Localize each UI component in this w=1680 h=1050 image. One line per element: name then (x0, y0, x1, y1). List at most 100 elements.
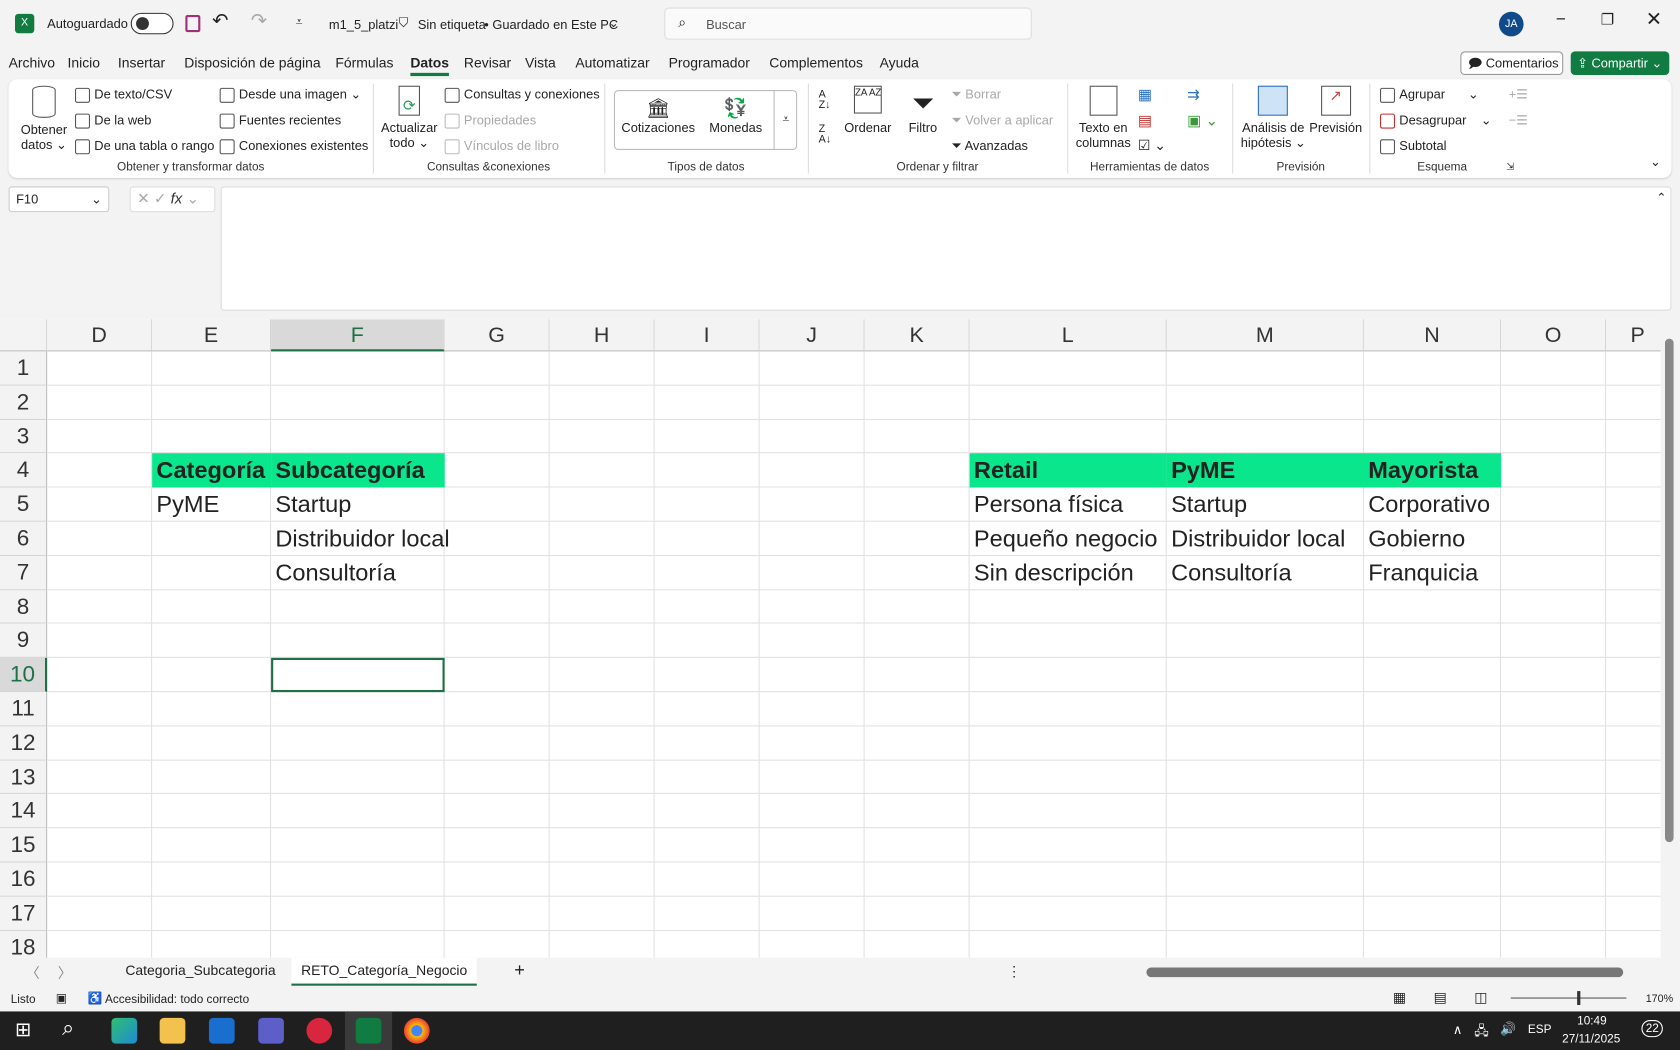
cell-O4[interactable] (1501, 453, 1607, 488)
cell-N14[interactable] (1363, 794, 1502, 829)
cell-J3[interactable] (759, 419, 865, 454)
cell-L3[interactable] (969, 419, 1167, 454)
column-header-D[interactable]: D (47, 319, 153, 352)
remove-duplicates-icon[interactable]: ▤ (1138, 111, 1152, 129)
tab-complementos[interactable]: Complementos (769, 55, 863, 71)
existing-connections-button[interactable]: Conexiones existentes (219, 138, 368, 155)
cell-M3[interactable] (1166, 419, 1364, 454)
what-if-analysis-button[interactable]: Análisis de hipótesis ⌄ (1241, 85, 1306, 150)
cell-N16[interactable] (1363, 862, 1502, 897)
cell-K15[interactable] (864, 828, 970, 863)
cell-N7[interactable]: Franquicia (1363, 555, 1502, 590)
zoom-slider[interactable] (1510, 991, 1627, 1006)
cell-F12[interactable] (271, 726, 445, 761)
cell-L15[interactable] (969, 828, 1167, 863)
tab-revisar[interactable]: Revisar (464, 55, 511, 71)
cell-F16[interactable] (271, 862, 445, 897)
cell-F15[interactable] (271, 828, 445, 863)
cell-F2[interactable] (271, 385, 445, 420)
cell-O13[interactable] (1501, 760, 1607, 795)
cell-K9[interactable] (864, 623, 970, 659)
sheet-tab[interactable]: RETO_Categoría_Negocio (291, 957, 477, 987)
cell-O8[interactable] (1501, 589, 1607, 624)
cell-J18[interactable] (760, 930, 865, 958)
cell-H11[interactable] (549, 692, 655, 727)
tab-disposición-de-página[interactable]: Disposición de página (184, 55, 320, 71)
row-header-18[interactable]: 18 (0, 930, 48, 958)
redo-icon[interactable]: ↷ (251, 10, 267, 33)
cell-N2[interactable] (1363, 385, 1502, 420)
cell-D1[interactable] (47, 351, 153, 386)
cell-H14[interactable] (549, 794, 655, 829)
teams-icon[interactable] (258, 1017, 284, 1044)
cell-F11[interactable] (271, 692, 445, 727)
cell-O10[interactable] (1501, 658, 1607, 693)
cell-E6[interactable] (152, 521, 272, 556)
language-indicator[interactable]: ESP (1528, 1023, 1552, 1036)
sheet-tab[interactable]: Categoria_Subcategoria (116, 962, 286, 978)
cell-J12[interactable] (759, 726, 865, 761)
column-header-N[interactable]: N (1363, 319, 1502, 352)
cell-K4[interactable] (864, 453, 970, 488)
cell-E4[interactable]: Categoría (152, 453, 272, 488)
cell-G12[interactable] (444, 726, 550, 761)
cell-D4[interactable] (47, 453, 153, 488)
cell-L1[interactable] (969, 351, 1167, 386)
cell-P8[interactable] (1606, 590, 1661, 624)
cell-F13[interactable] (271, 760, 445, 795)
row-header-16[interactable]: 16 (0, 862, 48, 897)
cell-J16[interactable] (759, 862, 865, 897)
cell-D10[interactable] (47, 658, 153, 693)
cell-M13[interactable] (1166, 760, 1364, 795)
cell-J7[interactable] (759, 555, 865, 590)
cell-O2[interactable] (1501, 385, 1607, 420)
cell-G5[interactable] (444, 487, 550, 522)
show-detail-icon[interactable]: +☰ (1509, 87, 1528, 102)
cell-H10[interactable] (549, 658, 655, 693)
cell-L14[interactable] (969, 794, 1167, 829)
edge-icon[interactable] (111, 1017, 138, 1044)
tab-insertar[interactable]: Insertar (118, 55, 165, 71)
row-header-7[interactable]: 7 (0, 555, 48, 590)
cell-G10[interactable] (444, 658, 550, 693)
cell-F8[interactable] (271, 589, 445, 624)
from-web-button[interactable]: De la web (75, 113, 151, 129)
cell-D11[interactable] (47, 692, 153, 727)
cell-H6[interactable] (549, 521, 655, 556)
page-layout-icon[interactable]: ▤ (1434, 989, 1447, 1006)
cell-O16[interactable] (1501, 862, 1607, 897)
volume-icon[interactable]: 🔊 (1500, 1021, 1516, 1036)
cell-L4[interactable]: Retail (969, 453, 1167, 488)
cell-E15[interactable] (152, 828, 272, 863)
cell-M7[interactable]: Consultoría (1166, 555, 1364, 590)
sort-az-button[interactable]: A Z↓ (819, 89, 831, 111)
cell-M18[interactable] (1167, 930, 1364, 958)
cell-P9[interactable] (1606, 624, 1661, 659)
cell-M15[interactable] (1166, 828, 1364, 863)
cell-N9[interactable] (1363, 623, 1502, 659)
cell-G11[interactable] (444, 692, 550, 727)
network-icon[interactable]: 🖧 (1474, 1021, 1488, 1044)
cell-E9[interactable] (152, 623, 272, 659)
file-explorer-icon[interactable] (159, 1017, 186, 1044)
cell-O3[interactable] (1501, 419, 1607, 454)
row-header-11[interactable]: 11 (0, 692, 48, 727)
sensitivity-label[interactable]: Sin etiqueta (418, 17, 486, 32)
vertical-scrollbar[interactable] (1660, 319, 1678, 958)
cell-H8[interactable] (549, 589, 655, 624)
cell-I4[interactable] (654, 453, 760, 488)
row-header-8[interactable]: 8 (0, 589, 48, 624)
cell-I11[interactable] (654, 692, 760, 727)
cancel-icon[interactable]: ✕ (137, 190, 150, 207)
forecast-sheet-button[interactable]: ↗ Previsión (1309, 85, 1362, 135)
cell-M8[interactable] (1166, 589, 1364, 624)
cell-J15[interactable] (759, 828, 865, 863)
cell-M11[interactable] (1166, 692, 1364, 727)
cell-N10[interactable] (1363, 658, 1502, 693)
clear-filter-button[interactable]: ⏷ Borrar (951, 87, 1001, 103)
restore-button[interactable]: ❐ (1601, 11, 1614, 29)
cell-G15[interactable] (444, 828, 550, 863)
cell-F9[interactable] (271, 623, 445, 659)
cell-J14[interactable] (759, 794, 865, 829)
cell-P10[interactable] (1606, 658, 1661, 693)
